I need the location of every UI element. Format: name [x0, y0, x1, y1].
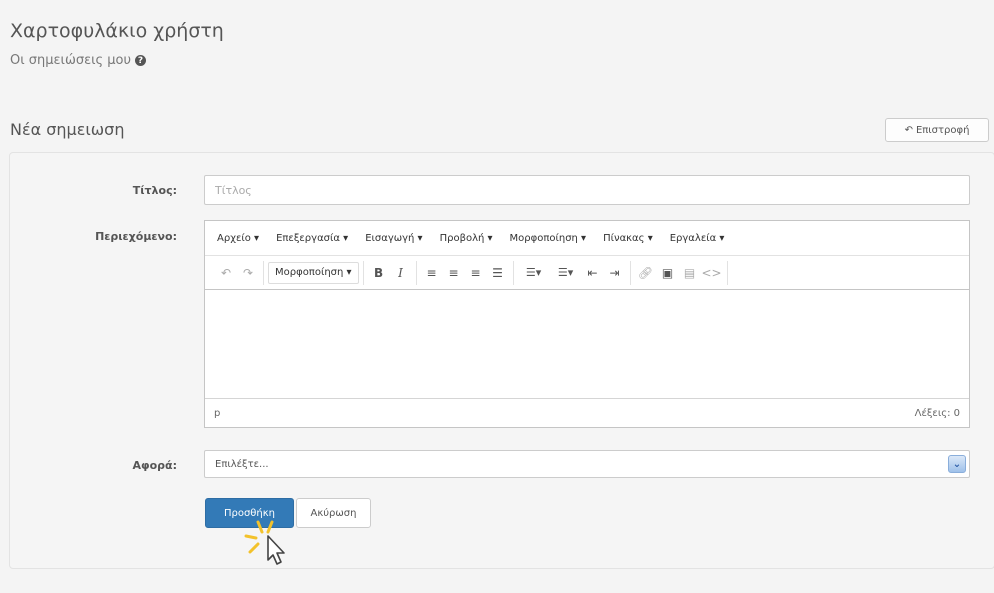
image-icon[interactable]: ▣ [657, 262, 679, 284]
concerns-select[interactable]: Επιλέξτε... ⌄ [204, 450, 970, 478]
link-icon[interactable]: 🔗︎ [635, 262, 657, 284]
editor-toolbar: ↶ ↷ Μορφοποίηση ▾ B I ≡ ≡ ≡ ☰ ☰▾ ☰▾ ⇤ ⇥ … [205, 256, 969, 290]
concerns-select-value: Επιλέξτε... [215, 458, 269, 470]
info-icon[interactable]: ? [135, 55, 146, 66]
align-left-icon[interactable]: ≡ [421, 262, 443, 284]
align-right-icon[interactable]: ≡ [465, 262, 487, 284]
editor-statusbar: p Λέξεις: 0 [205, 398, 969, 427]
bold-icon[interactable]: B [368, 262, 390, 284]
numbered-list-icon[interactable]: ☰▾ [550, 262, 582, 284]
menu-table[interactable]: Πίνακας ▾ [603, 233, 653, 244]
indent-icon[interactable]: ⇥ [604, 262, 626, 284]
cancel-button[interactable]: Ακύρωση [296, 498, 371, 528]
menu-view[interactable]: Προβολή ▾ [440, 233, 493, 244]
italic-icon[interactable]: I [390, 262, 412, 284]
page-subtitle: Οι σημειώσεις μου ? [10, 53, 146, 68]
mouse-cursor-icon [244, 520, 285, 565]
align-justify-icon[interactable]: ☰ [487, 262, 509, 284]
back-button-label: Επιστροφή [915, 124, 970, 136]
menu-tools[interactable]: Εργαλεία ▾ [670, 233, 725, 244]
media-icon[interactable]: ▤ [679, 262, 701, 284]
rich-text-editor: Αρχείο ▾ Επεξεργασία ▾ Εισαγωγή ▾ Προβολ… [204, 220, 970, 428]
outdent-icon[interactable]: ⇤ [582, 262, 604, 284]
menu-insert[interactable]: Εισαγωγή ▾ [365, 233, 422, 244]
undo-icon[interactable]: ↶ [215, 262, 237, 284]
title-input[interactable] [204, 175, 970, 205]
redo-icon[interactable]: ↷ [237, 262, 259, 284]
element-path[interactable]: p [214, 408, 220, 419]
align-center-icon[interactable]: ≡ [443, 262, 465, 284]
format-dropdown[interactable]: Μορφοποίηση ▾ [268, 261, 359, 284]
menu-edit[interactable]: Επεξεργασία ▾ [276, 233, 348, 244]
editor-menubar: Αρχείο ▾ Επεξεργασία ▾ Εισαγωγή ▾ Προβολ… [205, 221, 969, 256]
page-title: Χαρτοφυλάκιο χρήστη [10, 20, 224, 42]
section-title: Νέα σημειωση [10, 120, 125, 139]
reply-icon: ↶ [904, 124, 913, 136]
title-label: Τίτλος: [132, 184, 177, 197]
page-subtitle-text: Οι σημειώσεις μου [10, 53, 131, 68]
menu-format[interactable]: Μορφοποίηση ▾ [510, 233, 587, 244]
code-icon[interactable]: <> [701, 262, 723, 284]
back-button[interactable]: ↶ Επιστροφή [885, 118, 989, 142]
dropdown-arrow-icon[interactable]: ⌄ [948, 455, 966, 473]
bullet-list-icon[interactable]: ☰▾ [518, 262, 550, 284]
menu-file[interactable]: Αρχείο ▾ [217, 233, 259, 244]
word-count: Λέξεις: 0 [914, 407, 960, 419]
content-label: Περιεχόμενο: [95, 230, 177, 243]
editor-content-area[interactable] [205, 290, 969, 398]
concerns-label: Αφορά: [132, 459, 177, 472]
